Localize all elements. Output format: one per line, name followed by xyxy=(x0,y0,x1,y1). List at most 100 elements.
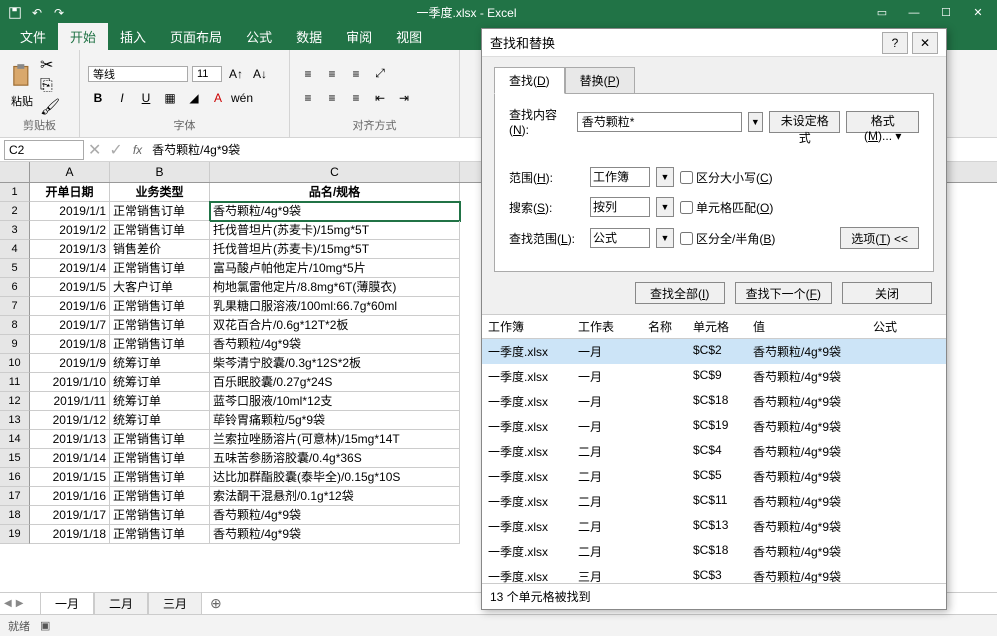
cell[interactable]: 2019/1/10 xyxy=(30,373,110,392)
dialog-titlebar[interactable]: 查找和替换 ? ✕ xyxy=(482,29,946,57)
align-bottom-icon[interactable]: ≡ xyxy=(346,64,366,84)
ribbon-tab-7[interactable]: 视图 xyxy=(384,23,434,50)
format-button[interactable]: 格式(M)... ▾ xyxy=(846,111,919,133)
result-row[interactable]: 一季度.xlsx三月$C$3香芍颗粒/4g*9袋 xyxy=(482,564,946,583)
cell[interactable]: 统筹订单 xyxy=(110,354,210,373)
cell[interactable]: 香芍颗粒/4g*9袋 xyxy=(210,335,460,354)
undo-icon[interactable]: ↶ xyxy=(30,6,44,20)
search-select[interactable]: 按列 xyxy=(590,197,650,217)
format-painter-icon[interactable]: 🖌 xyxy=(40,97,60,117)
result-row[interactable]: 一季度.xlsx一月$C$2香芍颗粒/4g*9袋 xyxy=(482,339,946,364)
cell[interactable]: 2019/1/5 xyxy=(30,278,110,297)
save-icon[interactable] xyxy=(8,6,22,20)
sheet-tab[interactable]: 二月 xyxy=(94,592,148,615)
phonetic-icon[interactable]: wén xyxy=(232,88,252,108)
cell[interactable]: 2019/1/14 xyxy=(30,449,110,468)
cell[interactable]: 枸地氯雷他定片/8.8mg*6T(薄膜衣) xyxy=(210,278,460,297)
cell[interactable]: 2019/1/18 xyxy=(30,525,110,544)
lookin-select[interactable]: 公式 xyxy=(590,228,650,248)
row-header[interactable]: 8 xyxy=(0,316,30,335)
sheet-nav-next-icon[interactable]: ▶ xyxy=(16,598,24,609)
underline-button[interactable]: U xyxy=(136,88,156,108)
ribbon-tab-5[interactable]: 数据 xyxy=(284,23,334,50)
cell[interactable]: 正常销售订单 xyxy=(110,221,210,240)
row-header[interactable]: 4 xyxy=(0,240,30,259)
font-color-icon[interactable]: A xyxy=(208,88,228,108)
results-col-workbook[interactable]: 工作簿 xyxy=(482,315,572,338)
cell[interactable]: 索法酮干混悬剂/0.1g*12袋 xyxy=(210,487,460,506)
select-all-corner[interactable] xyxy=(0,162,30,182)
redo-icon[interactable]: ↷ xyxy=(52,6,66,20)
options-button[interactable]: 选项(T) << xyxy=(840,227,919,249)
cell[interactable]: 正常销售订单 xyxy=(110,506,210,525)
cell[interactable]: 正常销售订单 xyxy=(110,335,210,354)
cell[interactable]: 五味苦参肠溶胶囊/0.4g*36S xyxy=(210,449,460,468)
ribbon-tab-6[interactable]: 审阅 xyxy=(334,23,384,50)
result-row[interactable]: 一季度.xlsx一月$C$19香芍颗粒/4g*9袋 xyxy=(482,414,946,439)
result-row[interactable]: 一季度.xlsx二月$C$4香芍颗粒/4g*9袋 xyxy=(482,439,946,464)
search-dropdown-icon[interactable]: ▼ xyxy=(656,197,674,217)
row-header[interactable]: 7 xyxy=(0,297,30,316)
cell[interactable]: 柴芩清宁胶囊/0.3g*12S*2板 xyxy=(210,354,460,373)
align-right-icon[interactable]: ≡ xyxy=(346,88,366,108)
cell[interactable]: 2019/1/11 xyxy=(30,392,110,411)
ribbon-tab-2[interactable]: 插入 xyxy=(108,23,158,50)
cell[interactable]: 正常销售订单 xyxy=(110,487,210,506)
results-col-cell[interactable]: 单元格 xyxy=(687,315,747,338)
row-header[interactable]: 17 xyxy=(0,487,30,506)
cell[interactable]: 蓝芩口服液/10ml*12支 xyxy=(210,392,460,411)
result-row[interactable]: 一季度.xlsx二月$C$13香芍颗粒/4g*9袋 xyxy=(482,514,946,539)
cell[interactable]: 正常销售订单 xyxy=(110,297,210,316)
row-header[interactable]: 5 xyxy=(0,259,30,278)
result-row[interactable]: 一季度.xlsx一月$C$9香芍颗粒/4g*9袋 xyxy=(482,364,946,389)
ribbon-options-icon[interactable]: ▭ xyxy=(867,3,897,23)
indent-inc-icon[interactable]: ⇥ xyxy=(394,88,414,108)
cell[interactable]: 正常销售订单 xyxy=(110,430,210,449)
close-window-icon[interactable]: ✕ xyxy=(963,3,993,23)
cell[interactable]: 品名/规格 xyxy=(210,183,460,202)
align-top-icon[interactable]: ≡ xyxy=(298,64,318,84)
cell[interactable]: 2019/1/6 xyxy=(30,297,110,316)
cell[interactable]: 香芍颗粒/4g*9袋 xyxy=(210,525,460,544)
cell[interactable]: 正常销售订单 xyxy=(110,259,210,278)
italic-button[interactable]: I xyxy=(112,88,132,108)
col-header-C[interactable]: C xyxy=(210,162,460,182)
cell[interactable]: 2019/1/13 xyxy=(30,430,110,449)
within-select[interactable]: 工作簿 xyxy=(590,167,650,187)
result-row[interactable]: 一季度.xlsx一月$C$18香芍颗粒/4g*9袋 xyxy=(482,389,946,414)
cell[interactable]: 业务类型 xyxy=(110,183,210,202)
ribbon-tab-1[interactable]: 开始 xyxy=(58,23,108,50)
row-header[interactable]: 13 xyxy=(0,411,30,430)
row-header[interactable]: 3 xyxy=(0,221,30,240)
border-icon[interactable]: ▦ xyxy=(160,88,180,108)
cell[interactable]: 2019/1/15 xyxy=(30,468,110,487)
cell[interactable]: 2019/1/2 xyxy=(30,221,110,240)
ribbon-tab-0[interactable]: 文件 xyxy=(8,23,58,50)
match-entire-checkbox[interactable]: 单元格匹配(O) xyxy=(680,199,773,216)
font-name-select[interactable] xyxy=(88,66,188,82)
minimize-icon[interactable]: — xyxy=(899,3,929,23)
cell[interactable]: 乳果糖口服溶液/100ml:66.7g*60ml xyxy=(210,297,460,316)
cell[interactable]: 正常销售订单 xyxy=(110,316,210,335)
decrease-font-icon[interactable]: A↓ xyxy=(250,64,270,84)
row-header[interactable]: 12 xyxy=(0,392,30,411)
cell[interactable]: 2019/1/12 xyxy=(30,411,110,430)
result-row[interactable]: 一季度.xlsx二月$C$5香芍颗粒/4g*9袋 xyxy=(482,464,946,489)
cell[interactable]: 双花百合片/0.6g*12T*2板 xyxy=(210,316,460,335)
cell[interactable]: 2019/1/7 xyxy=(30,316,110,335)
increase-font-icon[interactable]: A↑ xyxy=(226,64,246,84)
find-all-button[interactable]: 查找全部(I) xyxy=(635,282,725,304)
cell[interactable]: 正常销售订单 xyxy=(110,202,210,221)
cell[interactable]: 2019/1/3 xyxy=(30,240,110,259)
find-what-dropdown-icon[interactable]: ▼ xyxy=(748,112,763,132)
sheet-tab[interactable]: 三月 xyxy=(148,592,202,615)
cell[interactable]: 正常销售订单 xyxy=(110,449,210,468)
cell[interactable]: 2019/1/16 xyxy=(30,487,110,506)
row-header[interactable]: 14 xyxy=(0,430,30,449)
find-next-button[interactable]: 查找下一个(F) xyxy=(735,282,832,304)
row-header[interactable]: 2 xyxy=(0,202,30,221)
cell[interactable]: 香芍颗粒/4g*9袋 xyxy=(210,506,460,525)
cell[interactable]: 大客户订单 xyxy=(110,278,210,297)
accept-formula-icon[interactable]: ✓ xyxy=(109,140,122,160)
cell[interactable]: 统筹订单 xyxy=(110,411,210,430)
